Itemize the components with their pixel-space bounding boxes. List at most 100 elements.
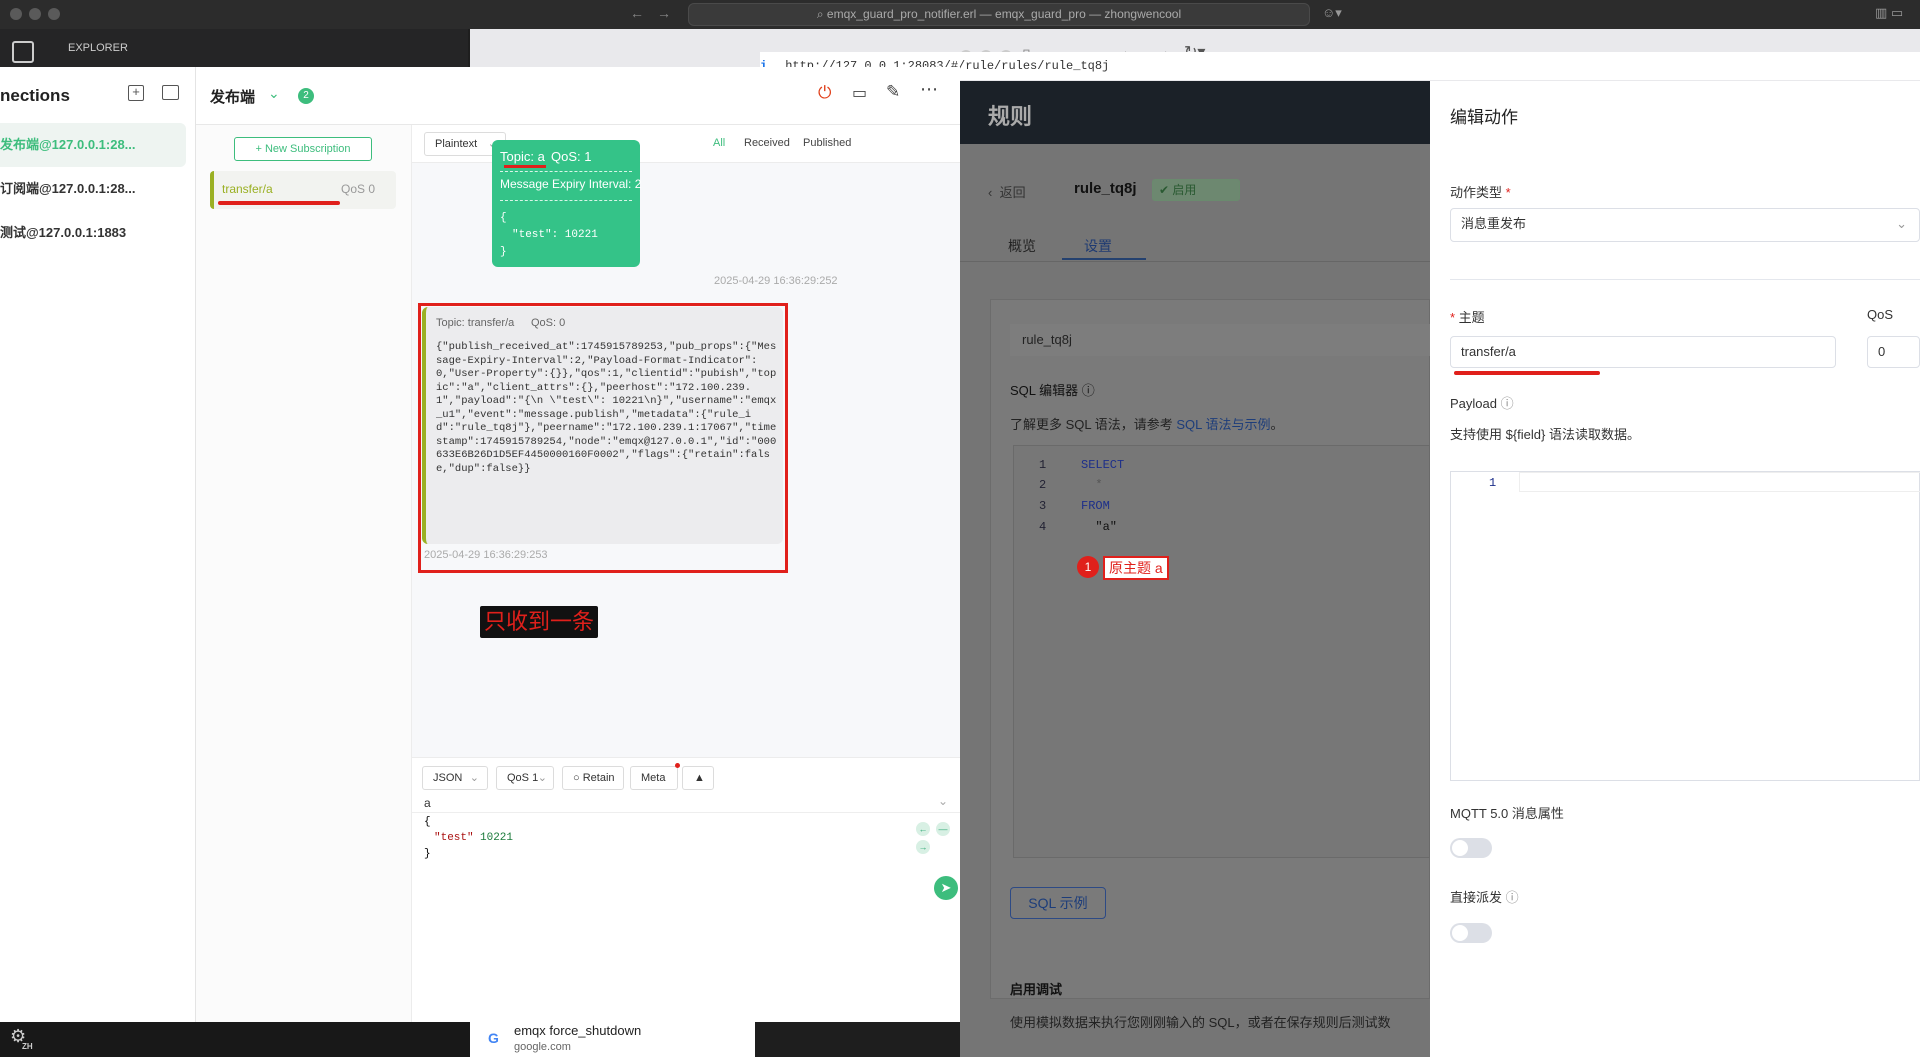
subscriptions-panel: + New Subscription transfer/a QoS 0	[196, 125, 412, 1022]
chevron-down-icon[interactable]: ⌄	[938, 794, 948, 808]
forward-arrow-icon[interactable]: →	[657, 5, 671, 21]
retain-toggle[interactable]: ○ Retain	[562, 766, 624, 790]
expand-icon[interactable]: ▲	[682, 766, 714, 790]
filter-received[interactable]: Received	[744, 137, 790, 149]
new-subscription-button[interactable]: + New Subscription	[234, 137, 372, 161]
history-back-icon[interactable]: ←	[916, 822, 930, 836]
back-label: 返回	[999, 185, 1026, 200]
action-type-label-text: 动作类型	[1450, 185, 1503, 200]
edit-icon[interactable]: ✎	[886, 82, 900, 102]
connection-header: 发布端 ⌄ 2 ⏻ ▭ ✎ ⋯	[196, 67, 960, 125]
sql-editor[interactable]: 1 2 3 4 SELECT * FROM "a" 1 原主题 a	[1013, 445, 1430, 858]
rcv-topic: Topic: transfer/a	[436, 317, 515, 329]
connection-item[interactable]: 测试@127.0.0.1:1883	[0, 213, 186, 253]
qos-label: QoS	[1867, 307, 1894, 322]
layout-icon[interactable]: ▥ ▭	[1875, 5, 1903, 21]
line-number: 3	[1039, 499, 1047, 513]
action-type-select[interactable]: 消息重发布 ⌄	[1450, 208, 1920, 242]
connections-sidebar: nections + 发布端@127.0.0.1:28... 订阅端@127.0…	[0, 67, 196, 1022]
add-connection-icon[interactable]: +	[128, 85, 144, 101]
lang-badge: ZH	[22, 1042, 33, 1051]
action-type-label: 动作类型 *	[1450, 182, 1511, 201]
rcv-time: 2025-04-29 16:36:29:253	[424, 549, 548, 561]
meta-button[interactable]: Meta	[630, 766, 678, 790]
history-forward-icon[interactable]: →	[916, 840, 930, 854]
status-label: 启用	[1172, 183, 1197, 197]
divider	[500, 171, 632, 172]
sql-example-button[interactable]: SQL 示例	[1010, 887, 1106, 919]
divider	[1450, 279, 1920, 280]
filter-published[interactable]: Published	[803, 137, 851, 149]
chevron-double-down-icon[interactable]: ⌄	[268, 85, 280, 102]
callout-number: 1	[1077, 556, 1099, 578]
mqttx-main: 发布端 ⌄ 2 ⏻ ▭ ✎ ⋯ + New Subscription trans…	[196, 67, 960, 1022]
chevron-down-icon: ⌄	[1896, 216, 1907, 231]
subscription-item[interactable]: transfer/a QoS 0	[210, 171, 396, 209]
payload-type-value: Plaintext	[435, 138, 478, 150]
copilot-icon[interactable]: ☺▾	[1322, 5, 1342, 21]
minimize-window-dot[interactable]	[29, 8, 41, 20]
maximize-window-dot[interactable]	[48, 8, 60, 20]
command-center-text: emqx_guard_pro_notifier.erl — emqx_guard…	[826, 7, 1182, 21]
pub-expiry: Message Expiry Interval: 2	[500, 177, 642, 191]
close-window-dot[interactable]	[10, 8, 22, 20]
connection-item[interactable]: 发布端@127.0.0.1:28...	[0, 125, 186, 165]
line-number: 2	[1039, 478, 1047, 492]
chevron-down-icon: ⌄	[537, 772, 547, 784]
chevron-down-icon: ⌄	[487, 138, 497, 150]
red-underline	[1454, 371, 1600, 375]
filter-all[interactable]: All	[713, 137, 725, 149]
messages-icon[interactable]: ▭	[852, 83, 867, 103]
vscode-bottom-bar: ⚙ ZH	[0, 1022, 470, 1057]
received-message: Topic: transfer/a QoS: 0 {"publish_recei…	[422, 307, 783, 544]
topic-label: * 主题	[1450, 307, 1485, 326]
mqtt5-props-toggle[interactable]	[1450, 838, 1492, 858]
command-center[interactable]: ⌕ emqx_guard_pro_notifier.erl — emqx_gua…	[688, 3, 1310, 26]
sidebar-layout-icon[interactable]	[162, 85, 179, 100]
sql-line: FROM	[1081, 499, 1110, 513]
emqx-header: 规则	[960, 81, 1430, 144]
format-select[interactable]: JSON ⌄	[422, 766, 488, 790]
topic-input[interactable]: transfer/a	[1450, 336, 1836, 368]
explorer-header: EXPLORER	[48, 29, 468, 67]
meta-dot	[675, 763, 680, 768]
body-close: }	[424, 848, 431, 860]
qos-select[interactable]: QoS 1 ⌄	[496, 766, 554, 790]
callout-label: 原主题 a	[1103, 556, 1169, 580]
new-subscription-label: New Subscription	[264, 143, 351, 155]
sql-line: "a"	[1081, 520, 1118, 534]
send-icon[interactable]: ➤	[934, 876, 958, 900]
direct-dispatch-toggle[interactable]	[1450, 923, 1492, 943]
payload-editor[interactable]: 1	[1450, 471, 1920, 781]
question-icon: ⓘ	[1500, 396, 1514, 411]
vscode-titlebar: ← → ⌕ emqx_guard_pro_notifier.erl — emqx…	[0, 0, 1920, 29]
subscription-qos: QoS 0	[341, 182, 376, 196]
clear-icon[interactable]: —	[936, 822, 950, 836]
rule-id-input[interactable]: rule_tq8j	[1010, 324, 1430, 356]
tab-settings[interactable]: 设置	[1084, 236, 1112, 256]
payload-label-text: Payload	[1450, 396, 1497, 411]
qos-input[interactable]: 0	[1867, 336, 1920, 368]
chevron-left-icon: ‹	[988, 185, 996, 200]
search-title: emqx force_shutdown	[514, 1023, 642, 1038]
explorer-icon[interactable]	[12, 41, 34, 63]
sql-help: 了解更多 SQL 语法，请参考 SQL 语法与示例。	[1010, 414, 1284, 433]
question-icon: ⓘ	[1081, 383, 1095, 398]
sql-help-link[interactable]: SQL 语法与示例	[1176, 417, 1270, 432]
payload-type-select[interactable]: Plaintext ⌄	[424, 132, 506, 156]
connection-item[interactable]: 订阅端@127.0.0.1:28...	[0, 169, 186, 209]
messages-area: Plaintext ⌄ All Received Published Topic:…	[412, 125, 960, 1022]
status-badge: ✔ 启用	[1152, 179, 1240, 201]
back-arrow-icon[interactable]: ←	[630, 5, 644, 21]
page-title: 规则	[988, 104, 1033, 129]
back-link[interactable]: ‹ 返回	[988, 182, 1026, 201]
search-icon: ⌕	[816, 7, 827, 21]
tab-overview[interactable]: 概览	[1008, 236, 1036, 256]
more-icon[interactable]: ⋯	[920, 79, 938, 100]
search-suggestion[interactable]: G emqx force_shutdown google.com	[470, 1020, 755, 1057]
sql-editor-label: SQL 编辑器 ⓘ	[1010, 380, 1095, 399]
pub-time: 2025-04-29 16:36:29:252	[714, 275, 838, 287]
power-icon[interactable]: ⏻	[818, 83, 831, 103]
count-badge: 2	[298, 88, 314, 104]
topic-input[interactable]: a	[424, 796, 431, 810]
